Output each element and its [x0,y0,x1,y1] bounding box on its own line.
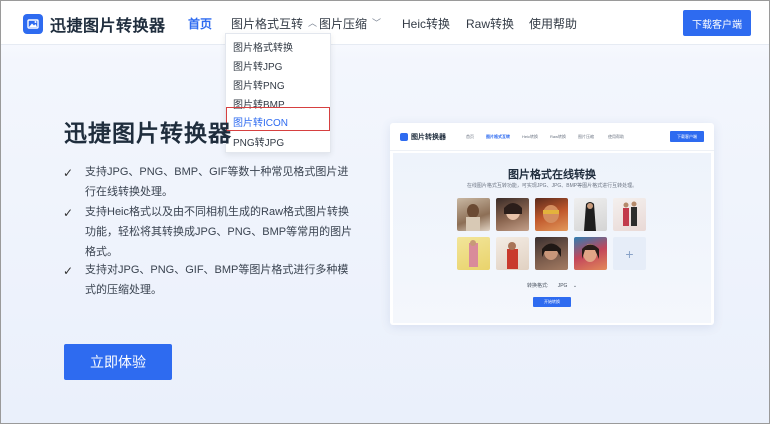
preview-thumbnail [574,198,607,231]
nav-help-label: 使用帮助 [529,17,578,31]
nav-home[interactable]: 首页 [188,15,212,32]
preview-logo-icon [400,133,408,141]
nav-raw[interactable]: Raw转换 [466,15,514,32]
preview-start-button: 开始转换 [533,297,571,307]
preview-brand: 图片转换器 [400,132,446,142]
check-icon: ✓ [63,166,74,180]
app-logo-icon [23,14,43,34]
check-icon: ✓ [63,264,74,278]
preview-thumbnail [496,237,529,270]
preview-header: 图片转换器 首页 图片格式互转 Heic转换 Raw转换 图片压缩 使用帮助 下… [390,123,714,151]
feature-item: ✓ 支持对JPG、PNG、GIF、BMP等图片格式进行多种模式的压缩处理。 [63,260,353,300]
dropdown-item-to-icon[interactable]: 图片转ICON [233,114,288,129]
product-preview-image: 图片转换器 首页 图片格式互转 Heic转换 Raw转换 图片压缩 使用帮助 下… [390,123,714,325]
preview-thumbnail [457,198,490,231]
preview-format-select: JPG [557,283,568,289]
preview-thumbnail [457,237,490,270]
chevron-down-icon: ﹀ [372,18,382,28]
chevron-down-icon: ⌄ [572,283,578,289]
brand[interactable]: 迅捷图片转换器 [23,12,166,36]
dropdown-item-to-png[interactable]: 图片转PNG [233,77,285,92]
nav-compress[interactable]: 图片压缩 ﹀ [319,15,381,32]
preview-thumbnail [613,198,646,231]
chevron-up-icon: ︿ [308,18,318,28]
screenshot-frame: 迅捷图片转换器 首页 图片格式互转 ︿ 图片压缩 ﹀ Heic转换 Raw转换 … [0,0,770,424]
feature-item: ✓ 支持Heic格式以及由不同相机生成的Raw格式图片转换功能，轻松将其转换成J… [63,202,353,262]
nav-home-label: 首页 [188,17,213,31]
preview-title: 图片格式在线转换 [508,169,596,181]
preview-nav-item: Raw转换 [550,134,567,139]
preview-nav-item: 首页 [466,134,474,139]
preview-body: 图片格式在线转换 在线图片格式互转功能，可实现JPG、JPG、BMP等图片格式进… [393,153,711,323]
nav-format-convert[interactable]: 图片格式互转 ︿ [231,15,317,32]
nav-format-convert-label: 图片格式互转 [231,17,304,31]
top-nav-bar: 迅捷图片转换器 首页 图片格式互转 ︿ 图片压缩 ﹀ Heic转换 Raw转换 … [1,1,769,45]
dropdown-item-png-to-jpg[interactable]: PNG转JPG [233,134,284,149]
preview-nav-item: 图片格式互转 [486,134,510,139]
preview-format-row: 转换格式: JPG ⌄ [393,282,711,289]
preview-subtitle: 在线图片格式互转功能，可实现JPG、JPG、BMP等图片格式进行互转处理。 [466,183,638,189]
preview-format-label: 转换格式: [526,283,549,289]
nav-heic[interactable]: Heic转换 [402,15,450,32]
preview-app-name: 图片转换器 [411,134,446,141]
download-client-button[interactable]: 下载客户端 [683,10,751,36]
preview-thumbnail [535,198,568,231]
preview-thumbnail [496,198,529,231]
check-icon: ✓ [63,206,74,220]
preview-download-button: 下载客户端 [670,131,704,142]
try-now-button[interactable]: 立即体验 [64,344,172,380]
feature-item: ✓ 支持JPG、PNG、BMP、GIF等数十种常见格式图片进行在线转换处理。 [63,162,353,202]
preview-thumbnail [535,237,568,270]
add-image-plus-icon: + [613,237,646,270]
nav-heic-label: Heic转换 [402,17,451,31]
nav-help[interactable]: 使用帮助 [529,15,577,32]
dropdown-item-format-convert[interactable]: 图片格式转换 [233,39,293,54]
preview-nav-item: Heic转换 [522,134,539,139]
feature-text: 支持JPG、PNG、BMP、GIF等数十种常见格式图片进行在线转换处理。 [85,166,349,198]
dropdown-item-to-jpg[interactable]: 图片转JPG [233,58,282,73]
preview-nav-item: 图片压缩 [578,134,594,139]
app-name: 迅捷图片转换器 [50,18,166,35]
nav-raw-label: Raw转换 [466,17,515,31]
preview-nav-item: 使用帮助 [608,134,624,139]
format-convert-dropdown: 图片格式转换 图片转JPG 图片转PNG 图片转BMP 图片转ICON PNG转… [225,33,331,153]
nav-compress-label: 图片压缩 [319,17,368,31]
hero-title: 迅捷图片转换器 [64,120,232,146]
preview-thumbnail [574,237,607,270]
feature-text: 支持对JPG、PNG、GIF、BMP等图片格式进行多种模式的压缩处理。 [85,264,349,296]
feature-text: 支持Heic格式以及由不同相机生成的Raw格式图片转换功能，轻松将其转换成JPG… [85,206,353,258]
